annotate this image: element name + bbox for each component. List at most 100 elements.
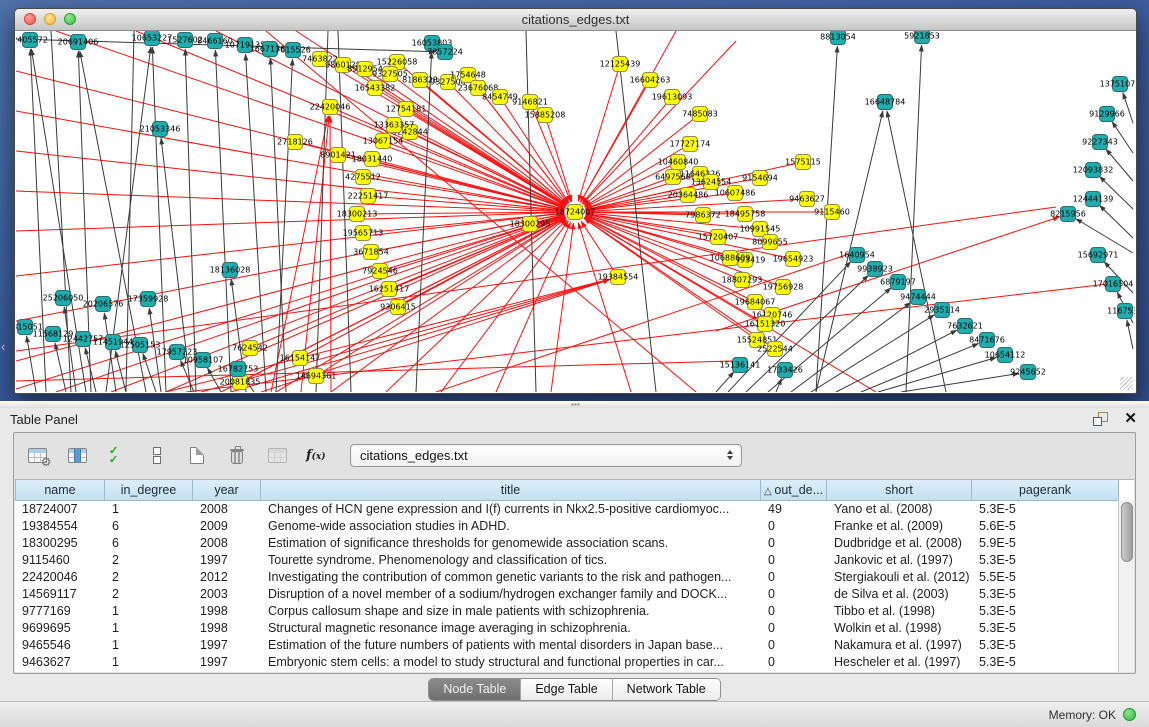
column-header-short[interactable]: short bbox=[827, 480, 972, 501]
graph-node[interactable]: 8813054 bbox=[820, 31, 856, 45]
graph-node[interactable]: 15720407 bbox=[698, 230, 739, 245]
graph-node[interactable]: 7632621 bbox=[947, 319, 983, 334]
table-row[interactable]: 1938455462009Genome-wide association stu… bbox=[15, 518, 1119, 535]
memory-indicator-icon[interactable] bbox=[1123, 708, 1136, 721]
graph-node[interactable]: 19654923 bbox=[773, 252, 814, 267]
table-row[interactable]: 1872400712008Changes of HCN gene express… bbox=[15, 501, 1119, 518]
graph-node[interactable]: 8099655 bbox=[752, 235, 788, 250]
graph-node[interactable]: 2405572 bbox=[16, 33, 48, 48]
graph-node[interactable]: 16648784 bbox=[865, 95, 906, 110]
graph-node[interactable]: 15136141 bbox=[720, 358, 761, 373]
graph-node[interactable]: 1640954 bbox=[839, 248, 875, 263]
graph-node[interactable]: 9474444 bbox=[900, 290, 936, 305]
graph-node[interactable]: 12093832 bbox=[1073, 163, 1114, 178]
graph-node[interactable]: 9129966 bbox=[1089, 107, 1125, 122]
table-selector-dropdown[interactable]: citations_edges.txt bbox=[350, 444, 742, 467]
close-panel-button[interactable]: ✕ bbox=[1124, 412, 1137, 426]
graph-node[interactable]: 22420046 bbox=[310, 100, 351, 115]
delete-column-icon[interactable] bbox=[224, 442, 250, 470]
graph-node[interactable]: 16604263 bbox=[630, 73, 671, 88]
table-row[interactable]: 946362711997Embryonic stem cells: a mode… bbox=[15, 654, 1119, 671]
window-titlebar[interactable]: citations_edges.txt bbox=[15, 9, 1136, 31]
graph-node[interactable]: 9463627 bbox=[789, 192, 825, 207]
graph-node[interactable]: 18300295 bbox=[510, 217, 551, 232]
table-row[interactable]: 1456911722003Disruption of a novel membe… bbox=[15, 586, 1119, 603]
graph-node[interactable]: 22251417 bbox=[348, 189, 389, 204]
graph-node[interactable]: 3671854 bbox=[353, 245, 389, 260]
column-header-name[interactable]: name bbox=[15, 480, 105, 501]
show-columns-icon[interactable] bbox=[64, 442, 90, 470]
tab-network-table[interactable]: Network Table bbox=[612, 679, 720, 700]
graph-node[interactable]: 9154694 bbox=[742, 171, 778, 186]
graph-node[interactable]: 4275512 bbox=[345, 170, 381, 185]
graph-node[interactable]: 15885208 bbox=[525, 108, 566, 123]
graph-node[interactable]: 1167533 bbox=[1107, 304, 1135, 319]
resize-grip-icon[interactable] bbox=[1120, 377, 1133, 390]
table-row[interactable]: 977716911998Corpus callosum shape and si… bbox=[15, 603, 1119, 620]
new-column-icon[interactable] bbox=[184, 442, 210, 470]
zoom-window-button[interactable] bbox=[64, 13, 76, 25]
edge-chevron-icon[interactable]: ‹ bbox=[1, 340, 5, 353]
column-header-out_degree[interactable]: △ out_de... bbox=[761, 480, 827, 501]
graph-node[interactable]: 17016504 bbox=[1093, 277, 1134, 292]
graph-node[interactable]: 9115460 bbox=[814, 205, 850, 220]
tab-node-table[interactable]: Node Table bbox=[429, 679, 520, 700]
column-header-year[interactable]: year bbox=[193, 480, 261, 501]
graph-node[interactable]: 2522544 bbox=[757, 342, 793, 357]
vertical-scrollbar[interactable] bbox=[1118, 500, 1134, 672]
graph-node[interactable]: 7924546 bbox=[362, 264, 398, 279]
graph-node[interactable]: 9245652 bbox=[1010, 365, 1046, 380]
table-row[interactable]: 911546021997Tourette syndrome. Phenomeno… bbox=[15, 552, 1119, 569]
column-header-in_degree[interactable]: in_degree bbox=[105, 480, 193, 501]
graph-node[interactable]: 5921853 bbox=[904, 31, 940, 44]
table-row[interactable]: 1830029562008Estimation of significance … bbox=[15, 535, 1119, 552]
graph-node[interactable]: 25206050 bbox=[43, 291, 84, 306]
graph-node[interactable]: 15692971 bbox=[1078, 248, 1119, 263]
graph-node[interactable]: 16151320 bbox=[745, 317, 786, 332]
graph-node[interactable]: 1575115 bbox=[785, 155, 821, 170]
table-row[interactable]: 946554611997Estimation of the future num… bbox=[15, 637, 1119, 654]
network-canvas[interactable]: 1872400718300295746382298601288912954152… bbox=[16, 31, 1135, 392]
graph-node[interactable]: 10654112 bbox=[985, 348, 1026, 363]
graph-node[interactable]: 18136028 bbox=[210, 263, 251, 278]
table-settings-icon[interactable] bbox=[24, 442, 50, 470]
graph-node[interactable]: 10607486 bbox=[715, 186, 756, 201]
graph-node[interactable]: 7986372 bbox=[685, 208, 721, 223]
select-all-rows-icon[interactable] bbox=[104, 442, 130, 470]
tab-edge-table[interactable]: Edge Table bbox=[520, 679, 611, 700]
graph-node[interactable]: 8215956 bbox=[1050, 207, 1086, 222]
close-window-button[interactable] bbox=[24, 13, 36, 25]
graph-node[interactable]: 19756928 bbox=[763, 280, 804, 295]
table-row[interactable]: 969969511998Structural magnetic resonanc… bbox=[15, 620, 1119, 637]
graph-node[interactable]: 12505153 bbox=[120, 338, 161, 353]
graph-node[interactable]: 7857224 bbox=[427, 45, 463, 60]
graph-node[interactable]: 12444139 bbox=[1073, 192, 1114, 207]
graph-node[interactable]: 13751074 bbox=[1100, 77, 1135, 92]
function-builder-icon[interactable] bbox=[304, 442, 330, 470]
deselect-rows-icon[interactable] bbox=[144, 442, 170, 470]
graph-node[interactable]: 6497568 bbox=[655, 170, 691, 185]
graph-node[interactable]: 16251417 bbox=[369, 282, 410, 297]
float-panel-button[interactable] bbox=[1093, 412, 1108, 426]
graph-node[interactable]: 17727174 bbox=[670, 137, 711, 152]
column-header-pagerank[interactable]: pagerank bbox=[972, 480, 1119, 501]
graph-node[interactable]: 7485083 bbox=[682, 107, 718, 122]
graph-node[interactable]: 8901421 bbox=[320, 148, 356, 163]
graph-node[interactable]: 9227343 bbox=[1082, 135, 1118, 150]
scroll-thumb[interactable] bbox=[1121, 502, 1133, 562]
graph-node[interactable]: 16543382 bbox=[355, 81, 396, 96]
graph-node[interactable]: 18495758 bbox=[725, 207, 766, 222]
graph-node[interactable]: 20691406 bbox=[58, 35, 99, 50]
graph-node[interactable]: 19384554 bbox=[598, 270, 639, 285]
network-view[interactable]: 1872400718300295746382298601288912954152… bbox=[16, 31, 1135, 392]
minimize-window-button[interactable] bbox=[44, 13, 56, 25]
graph-node[interactable]: 16154147 bbox=[280, 351, 321, 366]
table-row[interactable]: 2242004622012Investigating the contribut… bbox=[15, 569, 1119, 586]
graph-node[interactable]: 7624542 bbox=[232, 341, 268, 356]
column-header-title[interactable]: title bbox=[261, 480, 761, 501]
graph-node[interactable]: 12125439 bbox=[600, 57, 641, 72]
graph-node[interactable]: 2718126 bbox=[277, 135, 313, 150]
graph-node[interactable]: 13624554 bbox=[691, 175, 732, 190]
graph-node[interactable]: 19613093 bbox=[652, 90, 693, 105]
graph-node[interactable]: 1733426 bbox=[767, 363, 803, 378]
